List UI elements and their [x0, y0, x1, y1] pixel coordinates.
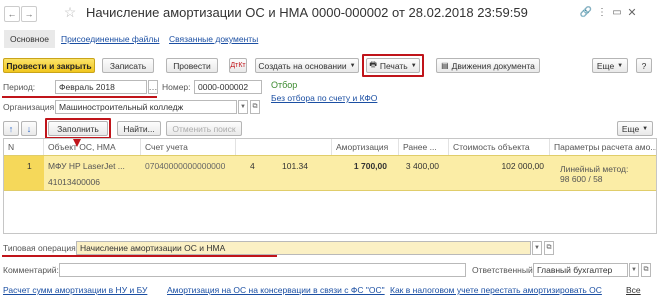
row-cost: 102 000,00 — [501, 161, 544, 171]
post-button[interactable]: Провести — [166, 58, 218, 73]
table-more-button[interactable]: Еще ▼ — [617, 121, 653, 136]
red-pointer-arrow — [73, 139, 81, 147]
responsible-open-icon[interactable]: ⧉ — [641, 263, 651, 277]
footer-link-conservation[interactable]: Амортизация на ОС на консервации в связи… — [167, 285, 385, 295]
dt-kt-icon: ДтКт — [230, 62, 246, 69]
responsible-field[interactable]: Главный бухгалтер — [533, 263, 628, 277]
find-button[interactable]: Найти... — [117, 121, 161, 136]
row-params-values: 98 600 / 58 — [560, 174, 603, 184]
organization-open-icon[interactable]: ⧉ — [250, 100, 260, 114]
maximize-icon[interactable]: ▭ — [611, 6, 623, 18]
dropdown-arrow-icon: ▼ — [642, 125, 649, 132]
move-down-button[interactable]: ↓ — [21, 121, 37, 136]
fill-highlight — [45, 118, 111, 139]
arrow-down-icon: ↓ — [26, 123, 32, 134]
create-based-on-button[interactable]: Создать на основании ▼ — [255, 58, 359, 73]
row-object[interactable]: МФУ HP LaserJet ... — [48, 161, 138, 171]
column-header-n[interactable]: N — [4, 139, 44, 155]
column-header-earlier[interactable]: Ранее ... — [399, 139, 449, 155]
period-underline — [2, 96, 157, 98]
selection-link[interactable]: Без отбора по счету и КФО — [271, 93, 377, 103]
help-button[interactable]: ? — [636, 58, 652, 73]
dropdown-arrow-icon: ▼ — [349, 62, 356, 69]
typical-operation-open-icon[interactable]: ⧉ — [544, 241, 554, 255]
move-up-button[interactable]: ↑ — [3, 121, 19, 136]
more-button[interactable]: Еще ▼ — [592, 58, 628, 73]
period-choice-icon[interactable]: … — [148, 80, 158, 94]
dropdown-arrow-icon: ▼ — [617, 62, 624, 69]
document-movements-button[interactable]: ▤ Движения документа — [436, 58, 540, 73]
document-icon: ▤ — [441, 61, 449, 70]
number-label: Номер: — [162, 82, 191, 92]
print-highlight — [362, 54, 424, 77]
period-label: Период: — [3, 82, 36, 92]
column-header-account[interactable]: Счет учета — [141, 139, 236, 155]
footer-link-all[interactable]: Все — [626, 285, 641, 295]
menu-dots-icon[interactable]: ⋮ — [596, 6, 608, 18]
typical-operation-dropdown-icon[interactable]: ▼ — [532, 241, 542, 255]
comment-label: Комментарий: — [3, 265, 59, 275]
row-amortization[interactable]: 1 700,00 — [332, 161, 387, 171]
tab-attached-files[interactable]: Присоединенные файлы — [61, 34, 159, 44]
selection-label: Отбор — [271, 80, 298, 90]
arrow-up-icon: ↑ — [8, 123, 14, 134]
row-kfo[interactable]: 4 — [250, 161, 255, 171]
column-header-amortization[interactable]: Амортизация — [332, 139, 399, 155]
period-field[interactable]: Февраль 2018 — [55, 80, 147, 94]
row-code[interactable]: 101.34 — [282, 161, 308, 171]
footer-link-calc[interactable]: Расчет сумм амортизации в НУ и БУ — [3, 285, 147, 295]
typical-operation-label: Типовая операция: — [3, 243, 79, 253]
save-button[interactable]: Записать — [102, 58, 154, 73]
row-params-method: Линейный метод: — [560, 164, 629, 174]
row-inventory-number: 41013400006 — [48, 177, 101, 187]
tab-main[interactable]: Основное — [4, 30, 55, 48]
link-icon[interactable]: 🔗 — [580, 6, 592, 18]
responsible-dropdown-icon[interactable]: ▼ — [629, 263, 639, 277]
comment-field[interactable] — [59, 263, 466, 277]
column-header-cost[interactable]: Стоимость объекта — [449, 139, 550, 155]
number-field[interactable]: 0000-000002 — [194, 80, 262, 94]
responsible-label: Ответственный: — [472, 265, 536, 275]
footer-link-tax[interactable]: Как в налоговом учете перестать амортизи… — [390, 285, 602, 295]
amortization-table: N Объект ОС, НМА Счет учета Амортизация … — [3, 138, 657, 234]
row-number: 1 — [27, 161, 32, 171]
typical-operation-field[interactable]: Начисление амортизации ОС и НМА — [76, 241, 531, 255]
typical-operation-underline — [2, 255, 277, 257]
organization-dropdown-icon[interactable]: ▼ — [238, 100, 248, 114]
favorite-star-icon[interactable]: ☆ — [62, 4, 78, 20]
row-account[interactable]: 07040000000000000 — [145, 161, 225, 171]
post-and-close-button[interactable]: Провести и закрыть — [3, 58, 95, 73]
organization-label: Организация: — [3, 102, 57, 112]
back-arrow-icon[interactable]: ← — [4, 6, 20, 22]
row-n-cell-bg — [4, 156, 44, 190]
forward-arrow-icon[interactable]: → — [21, 6, 37, 22]
tab-related-documents[interactable]: Связанные документы — [169, 34, 258, 44]
cancel-search-button[interactable]: Отменить поиск — [166, 121, 242, 136]
table-row[interactable]: 1 МФУ HP LaserJet ... 41013400006 070400… — [4, 155, 656, 191]
dt-kt-icon-button[interactable]: ДтКт — [229, 58, 247, 73]
organization-field[interactable]: Машиностроительный колледж — [55, 100, 237, 114]
close-icon[interactable]: ✕ — [626, 6, 638, 19]
column-header-params[interactable]: Параметры расчета амо... — [550, 139, 656, 155]
row-earlier: 3 400,00 — [405, 161, 439, 171]
column-header-object[interactable]: Объект ОС, НМА — [44, 139, 141, 155]
window-title: Начисление амортизации ОС и НМА 0000-000… — [86, 5, 528, 20]
column-header-kfo[interactable] — [236, 139, 332, 155]
